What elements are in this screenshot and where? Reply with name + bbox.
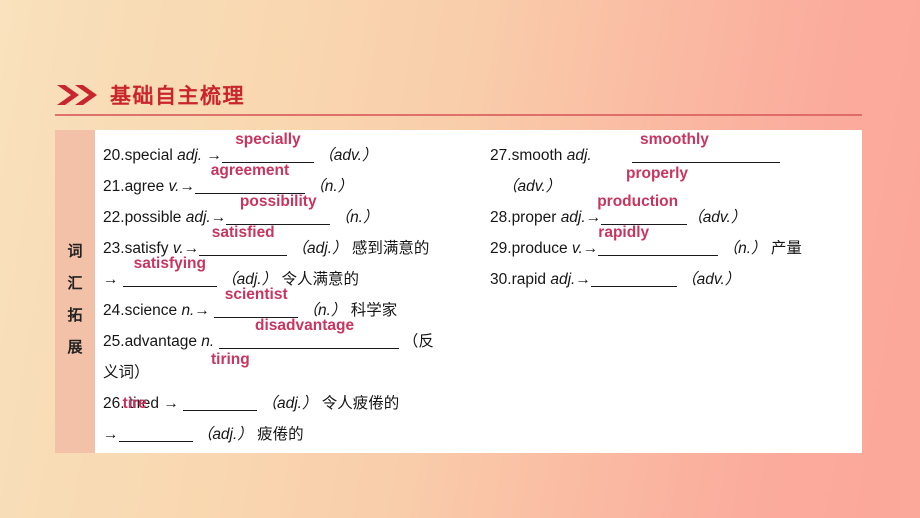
sidebar-label: 词 汇 拓 展 bbox=[55, 236, 95, 364]
target-pos: （反 bbox=[402, 333, 434, 350]
row-meaning: 令人疲倦的 bbox=[321, 395, 400, 412]
row-number: 28. bbox=[490, 209, 512, 226]
row-number: 29. bbox=[490, 240, 512, 257]
vocab-row-30: 30.rapid adj.→ （adv.） bbox=[490, 264, 855, 295]
handwritten-note-tiring: tiring bbox=[211, 351, 250, 368]
row-number: 20. bbox=[103, 147, 125, 164]
row-pos: n. bbox=[201, 333, 215, 350]
answer-blank[interactable]: specially bbox=[221, 131, 314, 163]
row-pos: adj. bbox=[560, 209, 586, 226]
answer-text: specially bbox=[235, 131, 301, 148]
vocabulary-card: 词 汇 拓 展 20.special adj. → specially （adv.… bbox=[55, 130, 862, 453]
section-header: 基础自主梳理 bbox=[55, 80, 862, 118]
row-word: smooth bbox=[511, 147, 563, 164]
answer-blank[interactable]: satisfied bbox=[199, 224, 288, 256]
row-meaning: 疲倦的 bbox=[257, 426, 304, 443]
vocab-row-29: 29.produce v.→ rapidly （n.） 产量 bbox=[490, 224, 855, 264]
arrow-icon: → bbox=[179, 178, 195, 195]
vocab-row-26b: → （adj.） 疲倦的 bbox=[103, 419, 485, 450]
arrow-icon: → bbox=[194, 302, 210, 319]
right-column: 27.smooth adj. smoothly （adv.） properly … bbox=[490, 131, 855, 295]
target-pos: （adv.） bbox=[687, 209, 747, 226]
row-word: special bbox=[124, 147, 173, 164]
vocab-row-25: 25.advantage n. （反 disadvantage bbox=[103, 317, 485, 357]
row-word: rapid bbox=[511, 271, 547, 288]
row-word: proper bbox=[511, 209, 557, 226]
handwritten-answer-smoothly: smoothly bbox=[640, 131, 709, 148]
answer-text: satisfying bbox=[133, 255, 206, 272]
answer-blank[interactable] bbox=[183, 394, 258, 411]
row-word: science bbox=[124, 302, 178, 319]
target-pos: （adj.） bbox=[291, 240, 348, 257]
row-number: 27. bbox=[490, 147, 512, 164]
target-pos: （adv.） bbox=[502, 178, 562, 195]
answer-blank[interactable] bbox=[590, 270, 677, 287]
row-pos: n. bbox=[181, 302, 195, 319]
answer-blank[interactable]: possibility bbox=[226, 193, 331, 225]
handwritten-answer-disadvantage: disadvantage bbox=[255, 317, 355, 334]
left-column: 20.special adj. → specially （adv.） 21.agr… bbox=[103, 131, 485, 450]
answer-text: possibility bbox=[239, 193, 317, 210]
target-pos: （n.） bbox=[722, 240, 767, 257]
arrow-icon: → bbox=[103, 271, 119, 288]
answer-blank[interactable] bbox=[118, 425, 193, 442]
row-pos: adj. bbox=[566, 147, 592, 164]
arrow-icon: → bbox=[103, 426, 119, 443]
row-pos: v. bbox=[571, 240, 583, 257]
row-meaning: 产量 bbox=[770, 240, 802, 257]
sidebar-char-1: 汇 bbox=[67, 275, 83, 292]
target-pos: 义词） bbox=[103, 364, 150, 381]
answer-text: rapidly bbox=[598, 224, 650, 241]
row-number: 21. bbox=[103, 178, 125, 195]
row-word: produce bbox=[511, 240, 568, 257]
row-number: 22. bbox=[103, 209, 125, 226]
double-chevron-right-icon bbox=[55, 84, 101, 106]
vocab-row-22: 22.possible adj.→ possibility （n.） bbox=[103, 193, 485, 233]
vocab-row-28: 28.proper adj.→ production （adv.） bbox=[490, 193, 855, 233]
target-pos: （adj.） bbox=[196, 426, 253, 443]
row-word: agree bbox=[124, 178, 165, 195]
card-sidebar: 词 汇 拓 展 bbox=[55, 130, 95, 453]
sidebar-char-0: 词 bbox=[67, 243, 83, 260]
target-pos: （adv.） bbox=[318, 147, 378, 164]
answer-text: satisfied bbox=[211, 224, 275, 241]
answer-blank[interactable]: satisfying bbox=[122, 255, 217, 287]
answer-blank[interactable]: agreement bbox=[194, 162, 305, 194]
target-pos: （n.） bbox=[334, 209, 379, 226]
sidebar-char-2: 拓 bbox=[67, 307, 83, 324]
vocab-row-26: 26. tired tire → （adj.） 令人疲倦的 bbox=[103, 388, 485, 419]
vocab-row-25b: 义词） tiring bbox=[103, 351, 485, 388]
answer-blank[interactable]: scientist bbox=[214, 286, 299, 318]
target-pos: （adj.） bbox=[261, 395, 318, 412]
row-number: 25. bbox=[103, 333, 125, 350]
arrow-icon: → bbox=[582, 240, 599, 257]
row-number: 30. bbox=[490, 271, 512, 288]
row-pos: v. bbox=[168, 178, 180, 195]
sidebar-char-3: 展 bbox=[67, 339, 83, 356]
answer-text: scientist bbox=[224, 286, 288, 303]
answer-blank[interactable]: rapidly bbox=[598, 224, 719, 256]
page-title: 基础自主梳理 bbox=[110, 85, 245, 108]
answer-text: agreement bbox=[210, 162, 290, 179]
row-meaning: 科学家 bbox=[350, 302, 398, 319]
target-pos: （adv.） bbox=[681, 271, 741, 288]
answer-blank[interactable]: production bbox=[597, 193, 688, 225]
arrow-icon: → bbox=[575, 271, 591, 288]
row-word: possible bbox=[124, 209, 182, 226]
handwritten-note-properly: properly bbox=[626, 165, 689, 182]
row-number: 24. bbox=[103, 302, 125, 319]
row-meaning: 感到满意的 bbox=[351, 240, 430, 257]
row-number: 23. bbox=[103, 240, 125, 257]
answer-text: production bbox=[597, 193, 679, 210]
row-pos: adj. bbox=[550, 271, 576, 288]
row-word: advantage bbox=[124, 333, 197, 350]
row-word-handwritten: tire bbox=[122, 395, 147, 412]
header-divider bbox=[55, 114, 862, 116]
row-number: 26. bbox=[103, 395, 125, 412]
arrow-icon: → bbox=[163, 395, 179, 412]
